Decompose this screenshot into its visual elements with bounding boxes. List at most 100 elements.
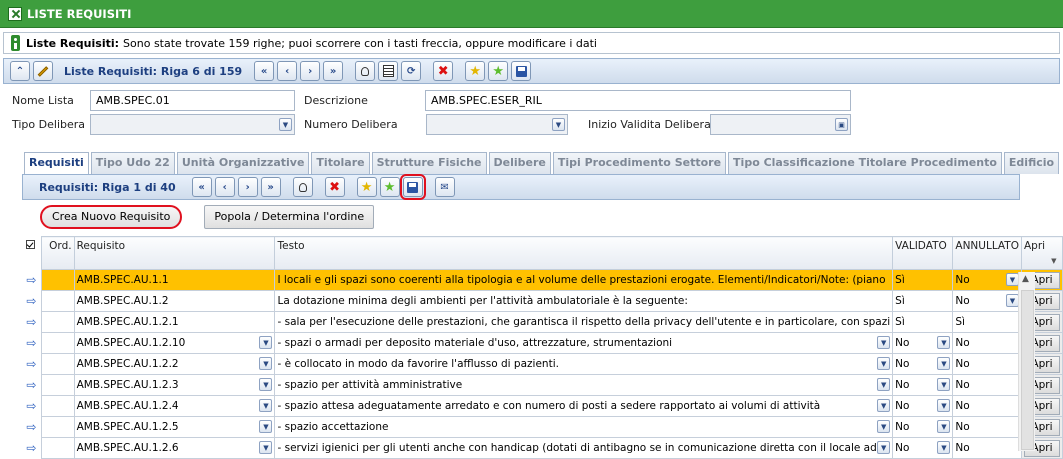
numero-delibera-select[interactable]: ▼	[426, 114, 568, 135]
cell-validato[interactable]: No ▼	[892, 353, 954, 375]
close-icon[interactable]	[8, 6, 22, 21]
cell-annullato[interactable]: No	[952, 437, 1022, 459]
edit-button[interactable]	[33, 61, 53, 81]
tab-tipo-udo[interactable]: Tipo Udo 22	[90, 152, 175, 174]
header-ord[interactable]: Ord.	[40, 236, 75, 270]
chevron-down-icon[interactable]: ▼	[937, 378, 951, 391]
chevron-down-icon[interactable]: ▼	[937, 357, 951, 370]
chevron-down-icon[interactable]: ▼	[259, 357, 273, 370]
tab-delibere[interactable]: Delibere	[488, 152, 551, 174]
header-annullato[interactable]: ANNULLATO	[952, 236, 1022, 270]
chevron-down-icon[interactable]: ▼	[259, 441, 273, 454]
tab-edificio[interactable]: Edificio	[1003, 152, 1060, 174]
cell-annullato[interactable]: No ▼	[952, 269, 1022, 291]
chevron-down-icon[interactable]: ▼	[259, 420, 273, 433]
sub-new-copy-button[interactable]: ★	[379, 177, 400, 197]
descrizione-input[interactable]: AMB.SPEC.ESER_RIL	[425, 90, 851, 111]
cell-testo[interactable]: La dotazione minima degli ambienti per l…	[274, 290, 894, 312]
refresh-button[interactable]: ⟳	[401, 61, 422, 81]
row-arrow-icon[interactable]: ⇨	[22, 375, 41, 396]
cell-ord[interactable]	[40, 437, 75, 459]
cell-requisito[interactable]: AMB.SPEC.AU.1.2.10 ▼	[73, 332, 276, 354]
chevron-down-icon[interactable]: ▼	[877, 357, 891, 370]
calendar-icon[interactable]: ▣	[835, 118, 848, 131]
scroll-up-icon[interactable]: ▲	[1022, 274, 1029, 284]
cell-annullato[interactable]: No ▼	[952, 290, 1022, 312]
sub-first-button[interactable]: «	[191, 177, 212, 197]
search-button[interactable]	[355, 61, 376, 81]
cell-testo[interactable]: - spazio accettazione ▼	[274, 416, 894, 438]
cell-validato[interactable]: Sì	[892, 269, 954, 291]
cell-validato[interactable]: Sì	[892, 311, 954, 333]
list-button[interactable]	[378, 61, 399, 81]
cell-requisito[interactable]: AMB.SPEC.AU.1.2.4 ▼	[73, 395, 276, 417]
chevron-down-icon[interactable]: ▼	[877, 378, 891, 391]
cell-ord[interactable]	[40, 311, 75, 333]
cell-requisito[interactable]: AMB.SPEC.AU.1.2	[73, 290, 276, 312]
sub-next-button[interactable]: ›	[237, 177, 258, 197]
collapse-button[interactable]: ⌃	[10, 61, 30, 81]
tab-strutture-fisiche[interactable]: Strutture Fisiche	[371, 152, 487, 174]
sub-prev-button[interactable]: ‹	[214, 177, 235, 197]
row-arrow-icon[interactable]: ⇨	[22, 333, 41, 354]
sub-last-button[interactable]: »	[260, 177, 281, 197]
chevron-down-icon[interactable]: ▼	[259, 336, 273, 349]
cell-ord[interactable]	[40, 332, 75, 354]
popola-ordine-button[interactable]: Popola / Determina l'ordine	[204, 205, 375, 229]
table-row[interactable]: ⇨ AMB.SPEC.AU.1.2 La dotazione minima degl…	[22, 290, 1063, 312]
cell-testo[interactable]: - spazi o armadi per deposito materiale …	[274, 332, 894, 354]
chevron-down-icon[interactable]: ▼	[259, 399, 273, 412]
chevron-down-icon[interactable]: ▼	[937, 399, 951, 412]
chevron-down-icon[interactable]: ▼	[877, 399, 891, 412]
cell-ord[interactable]	[40, 395, 75, 417]
sub-save-button[interactable]	[399, 174, 426, 200]
vertical-scrollbar[interactable]: ▲	[1018, 272, 1035, 451]
row-arrow-icon[interactable]: ⇨	[22, 354, 41, 375]
tipo-delibera-select[interactable]: ▼	[90, 114, 295, 135]
cell-testo[interactable]: - spazio per attività amministrative ▼	[274, 374, 894, 396]
tab-titolare[interactable]: Titolare	[311, 152, 370, 174]
table-row[interactable]: ⇨ AMB.SPEC.AU.1.2.5 ▼ - spazio accettazione…	[22, 416, 1063, 438]
cell-annullato[interactable]: No	[952, 395, 1022, 417]
tab-unita-organizzative[interactable]: Unità Organizzative	[176, 152, 310, 174]
nome-lista-input[interactable]: AMB.SPEC.01	[90, 90, 295, 111]
new-button[interactable]: ★	[465, 61, 486, 81]
chevron-down-icon[interactable]: ▼	[877, 441, 891, 454]
header-validato[interactable]: VALIDATO	[892, 236, 954, 270]
table-row[interactable]: ⇨ AMB.SPEC.AU.1.2.10 ▼ - spazi o armadi per…	[22, 332, 1063, 354]
tab-tipi-procedimento[interactable]: Tipi Procedimento Settore	[552, 152, 727, 174]
cell-ord[interactable]	[40, 374, 75, 396]
row-arrow-icon[interactable]: ⇨	[22, 312, 41, 333]
last-record-button[interactable]: »	[323, 61, 344, 81]
cell-testo[interactable]: I locali e gli spazi sono coerenti alla …	[274, 269, 894, 291]
save-button[interactable]	[511, 61, 532, 81]
chevron-down-icon[interactable]: ▼	[937, 441, 951, 454]
table-row[interactable]: ⇨ AMB.SPEC.AU.1.2.1 - sala per l'esecuzion…	[22, 311, 1063, 333]
chevron-down-icon[interactable]: ▼	[877, 336, 891, 349]
tab-requisiti[interactable]: Requisiti	[24, 152, 89, 175]
cell-annullato[interactable]: No	[952, 416, 1022, 438]
header-requisito[interactable]: Requisito ▼	[73, 236, 1057, 270]
cell-validato[interactable]: Sì	[892, 290, 954, 312]
new-copy-button[interactable]: ★	[488, 61, 509, 81]
cell-ord[interactable]	[40, 353, 75, 375]
cell-validato[interactable]: No ▼	[892, 395, 954, 417]
sub-export-button[interactable]: ✉	[434, 177, 455, 197]
chevron-down-icon[interactable]: ▼	[937, 420, 951, 433]
cell-validato[interactable]: No ▼	[892, 416, 954, 438]
cell-validato[interactable]: No ▼	[892, 374, 954, 396]
table-row[interactable]: ⇨ AMB.SPEC.AU.1.2.6 ▼ - servizi igienici pe…	[22, 437, 1063, 459]
inizio-validita-input[interactable]: ▣	[710, 114, 851, 135]
row-arrow-icon[interactable]: ⇨	[22, 396, 41, 417]
cell-testo[interactable]: - spazio attesa adeguatamente arredato e…	[274, 395, 894, 417]
sub-search-button[interactable]	[292, 177, 313, 197]
cell-requisito[interactable]: AMB.SPEC.AU.1.2.5 ▼	[73, 416, 276, 438]
cell-validato[interactable]: No ▼	[892, 332, 954, 354]
cell-annullato[interactable]: No	[952, 332, 1022, 354]
chevron-down-icon[interactable]: ▼	[877, 420, 891, 433]
row-arrow-icon[interactable]: ⇨	[22, 269, 42, 291]
cell-testo[interactable]: - sala per l'esecuzione delle prestazion…	[274, 311, 894, 333]
cell-testo[interactable]: - servizi igienici per gli utenti anche …	[274, 437, 894, 459]
cell-testo[interactable]: - è collocato in modo da favorire l'affl…	[274, 353, 894, 375]
row-arrow-icon[interactable]: ⇨	[22, 438, 41, 459]
